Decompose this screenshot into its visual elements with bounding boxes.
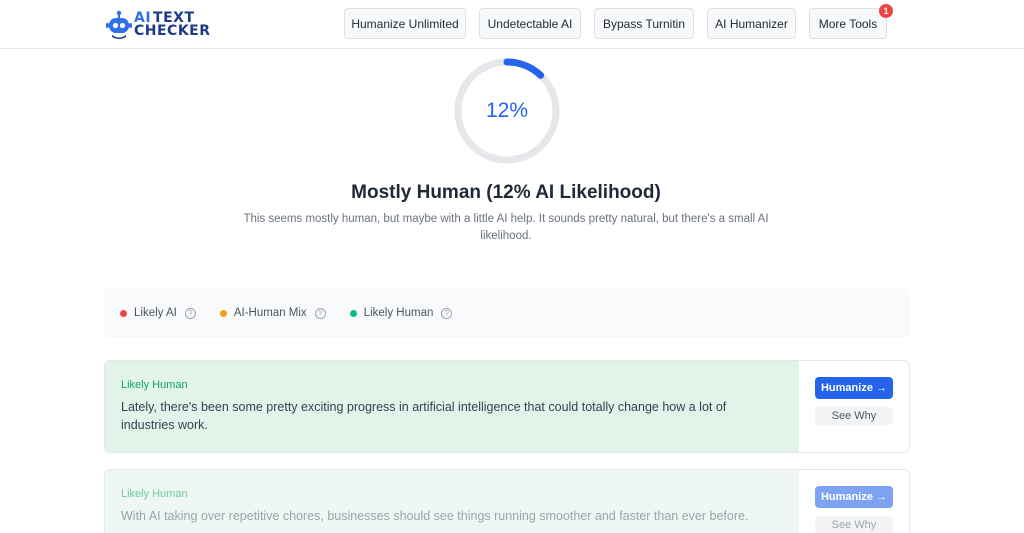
- robot-icon: [106, 10, 132, 40]
- segment-card: Likely Human With AI taking over repetit…: [104, 469, 910, 533]
- ai-likelihood-gauge: 12%: [453, 57, 561, 165]
- nav-bypass-turnitin[interactable]: Bypass Turnitin: [594, 8, 694, 39]
- nav-more-tools[interactable]: More Tools 1: [809, 4, 893, 39]
- result-description: This seems mostly human, but maybe with …: [243, 213, 769, 242]
- site-logo[interactable]: AI TEXT CHECKER: [106, 9, 228, 41]
- legend-likely-ai-label: Likely AI: [134, 307, 177, 319]
- segment-card: Likely Human Lately, there's been some p…: [104, 360, 910, 453]
- humanize-button[interactable]: Humanize →: [815, 377, 893, 399]
- top-header: AI TEXT CHECKER Humanize Unlimited Undete…: [0, 0, 1024, 49]
- legend-likely-ai: Likely AI ?: [120, 307, 196, 319]
- red-dot-icon: [120, 309, 127, 317]
- logo-checker-text: CHECKER: [134, 23, 211, 39]
- legend-bar: Likely AI ? AI-Human Mix ? Likely Human …: [104, 288, 910, 338]
- orange-dot-icon: [219, 309, 227, 317]
- logo-wordmark: AI TEXT CHECKER: [134, 11, 211, 39]
- segment-text: With AI taking over repetitive chores, b…: [121, 509, 749, 523]
- legend-likely-human: Likely Human ?: [349, 307, 453, 319]
- see-why-button[interactable]: See Why: [815, 407, 893, 425]
- nav-ai-humanizer[interactable]: AI Humanizer: [707, 8, 796, 39]
- help-icon[interactable]: ?: [184, 307, 196, 319]
- green-dot-icon: [349, 309, 357, 317]
- nav-humanize-unlimited[interactable]: Humanize Unlimited: [344, 8, 466, 39]
- help-icon[interactable]: ?: [314, 307, 326, 319]
- help-icon[interactable]: ?: [441, 307, 453, 319]
- segment-actions: Humanize → See Why: [799, 470, 909, 533]
- result-title: Mostly Human (12% AI Likelihood): [351, 182, 661, 203]
- notification-badge: 1: [879, 4, 893, 18]
- segment-content: Likely Human With AI taking over repetit…: [105, 470, 799, 533]
- see-why-button[interactable]: See Why: [815, 516, 893, 533]
- segment-content: Likely Human Lately, there's been some p…: [105, 361, 799, 452]
- segment-label: Likely Human: [121, 379, 188, 391]
- segment-text: Lately, there's been some pretty excitin…: [121, 400, 727, 432]
- segment-actions: Humanize → See Why: [799, 361, 909, 452]
- legend-ai-human-mix-label: AI-Human Mix: [233, 307, 307, 319]
- segment-label: Likely Human: [121, 488, 188, 500]
- gauge-percent: 12%: [485, 99, 529, 122]
- humanize-button[interactable]: Humanize →: [815, 486, 893, 508]
- legend-ai-human-mix: AI-Human Mix ?: [219, 307, 326, 319]
- nav-undetectable-ai[interactable]: Undetectable AI: [479, 8, 581, 39]
- nav-more-tools-label: More Tools: [818, 16, 878, 31]
- legend-likely-human-label: Likely Human: [363, 307, 434, 319]
